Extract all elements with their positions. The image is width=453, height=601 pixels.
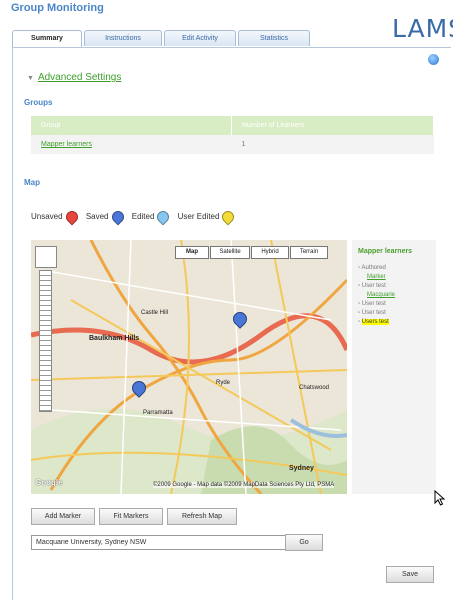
map-type-hybrid-button[interactable]: Hybrid: [251, 246, 289, 259]
add-marker-button[interactable]: Add Marker: [31, 508, 95, 525]
groups-table: Group Number of Learners Mapper learners…: [31, 116, 434, 154]
map-label-sydney: Sydney: [289, 465, 314, 472]
blue-marker-icon: [109, 208, 126, 226]
map-label-castle-hill: Castle Hill: [141, 310, 169, 316]
tab-edit-activity[interactable]: Edit Activity: [164, 30, 236, 46]
list-item: ▫ User test: [358, 283, 386, 289]
go-button[interactable]: Go: [285, 534, 323, 551]
map-label-chatswood: Chatswood: [299, 385, 330, 391]
list-item: ▫ User test: [358, 301, 386, 307]
map-label-parramatta: Parramatta: [143, 410, 173, 416]
learner-count: 1: [231, 135, 434, 154]
pan-control-icon[interactable]: [35, 246, 57, 268]
list-item-link[interactable]: Macquarie: [358, 291, 395, 300]
tab-instructions[interactable]: Instructions: [84, 30, 162, 46]
google-logo: Google: [35, 478, 63, 487]
list-item: ▫ User test: [358, 310, 386, 316]
map-copyright: ©2009 Google - Map data ©2009 MapData Sc…: [153, 482, 335, 488]
expand-arrow-icon: ▼: [27, 75, 34, 82]
map-type-satellite-button[interactable]: Satellite: [210, 246, 250, 259]
address-search-input[interactable]: [31, 535, 288, 550]
learner-markers-sidebar: Mapper learners ▫ Authored Marker ▫ User…: [352, 240, 436, 494]
advanced-settings-label: Advanced Settings: [37, 72, 122, 83]
group-link[interactable]: Mapper learners: [41, 141, 92, 148]
marker-list: ▫ Authored Marker ▫ User test Macquarie …: [358, 264, 395, 327]
table-row: Mapper learners 1: [31, 135, 434, 154]
column-header-group: Group: [31, 116, 232, 135]
list-item: ▫ Authored: [358, 265, 386, 271]
map-tiles: [31, 240, 347, 494]
zoom-control[interactable]: [35, 246, 57, 414]
map-label-ryde: Ryde: [216, 380, 231, 386]
save-button[interactable]: Save: [386, 566, 434, 583]
light-blue-marker-icon: [154, 208, 172, 226]
list-item-link[interactable]: Marker: [358, 273, 395, 282]
page-title: Group Monitoring: [11, 2, 104, 14]
legend-user-edited: User Edited: [178, 208, 237, 226]
lams-logo: LAMS: [392, 14, 453, 43]
google-map[interactable]: Baulkham Hills Castle Hill Parramatta Sy…: [31, 240, 347, 494]
tab-summary[interactable]: Summary: [12, 30, 82, 48]
marker-legend: Unsaved Saved Edited User Edited: [31, 208, 240, 226]
map-type-terrain-button[interactable]: Terrain: [290, 246, 328, 259]
map-label-baulkham-hills: Baulkham Hills: [89, 335, 140, 342]
map-type-map-button[interactable]: Map: [175, 246, 209, 259]
tab-statistics[interactable]: Statistics: [238, 30, 310, 46]
legend-edited: Edited: [132, 208, 172, 226]
legend-saved: Saved: [86, 208, 126, 226]
mouse-cursor-icon: [434, 490, 446, 506]
list-item-highlighted[interactable]: ▫ Users test: [358, 318, 395, 327]
help-icon[interactable]: [428, 54, 439, 65]
red-marker-icon: [63, 208, 81, 226]
advanced-settings-toggle[interactable]: ▼ Advanced Settings: [27, 72, 121, 83]
legend-unsaved: Unsaved: [31, 208, 81, 226]
groups-heading: Groups: [24, 98, 53, 107]
zoom-slider[interactable]: [39, 270, 52, 412]
column-header-learners: Number of Learners: [231, 116, 434, 135]
fit-markers-button[interactable]: Fit Markers: [99, 508, 163, 525]
refresh-map-button[interactable]: Refresh Map: [167, 508, 237, 525]
map-heading: Map: [24, 178, 40, 187]
yellow-marker-icon: [219, 208, 237, 226]
sidebar-title: Mapper learners: [358, 248, 413, 255]
